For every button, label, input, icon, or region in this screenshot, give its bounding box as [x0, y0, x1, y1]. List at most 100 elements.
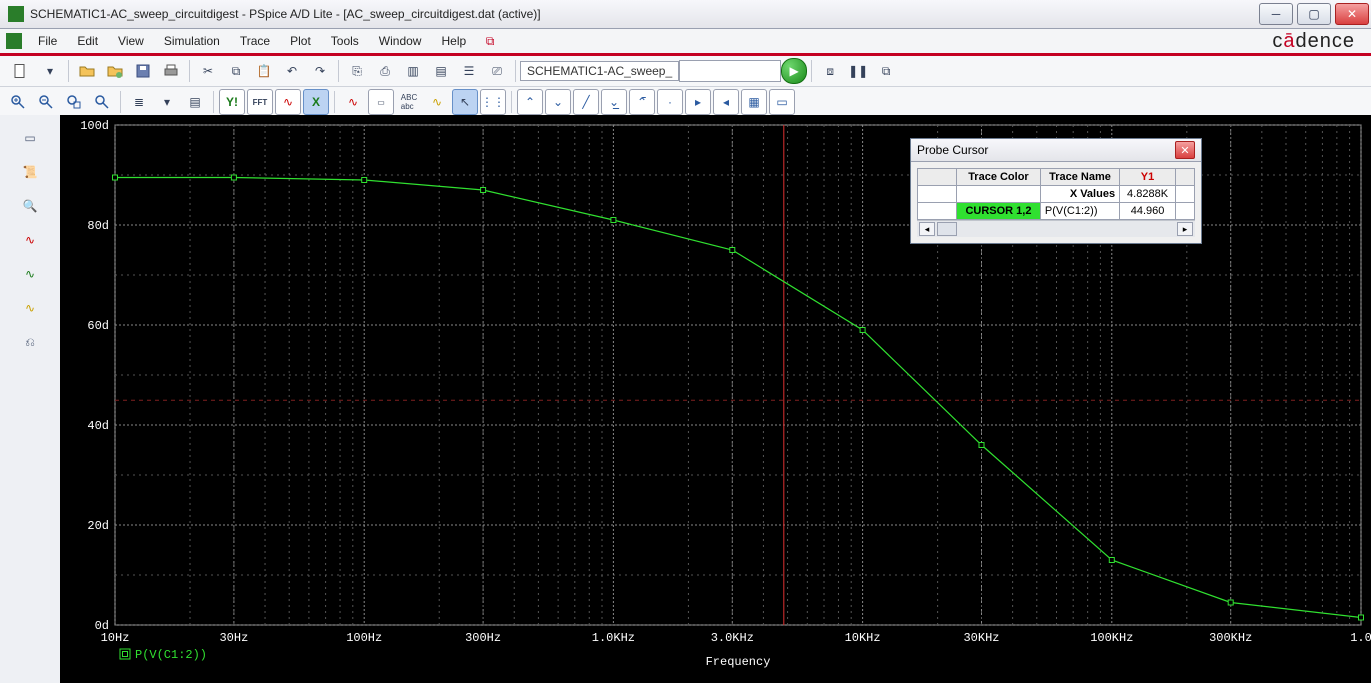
menu-app-icon — [6, 33, 22, 49]
menu-bar: File Edit View Simulation Trace Plot Too… — [0, 29, 1371, 56]
probe-scrollbar[interactable]: ◂ ▸ — [917, 220, 1195, 237]
cursor-min-button[interactable]: ⌄̲ — [601, 89, 627, 115]
notes-button[interactable]: ▤ — [182, 89, 208, 115]
zoom-in-button[interactable] — [5, 89, 31, 115]
zoom-out-button[interactable] — [33, 89, 59, 115]
new-dropdown-icon[interactable]: ▾ — [37, 58, 63, 84]
log-dropdown-icon[interactable]: ▾ — [154, 89, 180, 115]
perf-button[interactable]: ∿ — [275, 89, 301, 115]
svg-text:80d: 80d — [87, 219, 109, 233]
mark-button[interactable]: ∿ — [424, 89, 450, 115]
svg-text:30Hz: 30Hz — [219, 631, 248, 645]
cut-button[interactable]: ✂ — [195, 58, 221, 84]
probe-scroll-right[interactable]: ▸ — [1177, 222, 1193, 236]
menu-edit[interactable]: Edit — [67, 31, 108, 51]
open-folder-button[interactable] — [74, 58, 100, 84]
menu-simulation[interactable]: Simulation — [154, 31, 230, 51]
svg-text:10Hz: 10Hz — [101, 631, 130, 645]
tool-f-icon[interactable]: ⎚ — [484, 58, 510, 84]
minimize-button[interactable]: ─ — [1259, 3, 1293, 25]
cursor-prev-button[interactable]: ◂ — [713, 89, 739, 115]
save-button[interactable] — [130, 58, 156, 84]
active-document-name[interactable]: SCHEMATIC1-AC_sweep_ — [520, 61, 679, 81]
excel-export-button[interactable]: X — [303, 89, 329, 115]
tool-b-icon[interactable]: ⎙ — [372, 58, 398, 84]
cursor-toggle-button[interactable]: ⋮⋮ — [480, 89, 506, 115]
redo-button[interactable]: ↷ — [307, 58, 333, 84]
zoom-area-button[interactable] — [61, 89, 87, 115]
menu-trace[interactable]: Trace — [230, 31, 280, 51]
mdi-close-icon[interactable]: ⧉ — [477, 28, 503, 54]
menu-plot[interactable]: Plot — [280, 31, 321, 51]
tool-c-icon[interactable]: ▥ — [400, 58, 426, 84]
svg-text:100d: 100d — [80, 119, 109, 133]
probe-h-trace-color: Trace Color — [957, 169, 1041, 186]
dock-wave-b-icon[interactable]: ∿ — [16, 261, 44, 287]
dock-page-icon[interactable]: ▭ — [16, 125, 44, 151]
probe-h-trace-name: Trace Name — [1040, 169, 1119, 186]
svg-text:Frequency: Frequency — [706, 655, 771, 669]
sim-b-icon[interactable]: ⧉ — [873, 58, 899, 84]
tool-d-icon[interactable]: ▤ — [428, 58, 454, 84]
probe-scroll-thumb[interactable] — [937, 222, 957, 236]
probe-cursor-label[interactable]: CURSOR 1,2 — [957, 203, 1041, 220]
close-button[interactable]: ✕ — [1335, 3, 1369, 25]
toolbar-plot: ≣ ▾ ▤ Y! FFT ∿ X ∿ ▭ ABCabc ∿ ↖ ⋮⋮ ⌃ ⌄ ╱… — [0, 87, 1371, 118]
probe-title: Probe Cursor — [917, 143, 988, 157]
svg-text:40d: 40d — [87, 419, 109, 433]
cursor-arrow-button[interactable]: ↖ — [452, 89, 478, 115]
fft-button[interactable]: FFT — [247, 89, 273, 115]
document-name-field[interactable] — [679, 60, 781, 82]
svg-text:100KHz: 100KHz — [1090, 631, 1133, 645]
eval-button[interactable]: ▭ — [368, 89, 394, 115]
menu-tools[interactable]: Tools — [321, 31, 369, 51]
svg-text:300KHz: 300KHz — [1209, 631, 1252, 645]
svg-text:3.0KHz: 3.0KHz — [711, 631, 754, 645]
dock-wave-a-icon[interactable]: ∿ — [16, 227, 44, 253]
print-button[interactable] — [158, 58, 184, 84]
cursor-point-button[interactable]: · — [657, 89, 683, 115]
probe-cursor-window[interactable]: Probe Cursor ✕ Trace Color Trace Name Y1… — [910, 138, 1202, 244]
sim-a-icon[interactable]: ⧈ — [817, 58, 843, 84]
probe-xvalues-value: 4.8288K — [1120, 186, 1176, 203]
new-file-button[interactable] — [5, 58, 35, 84]
window-buttons: ─ ▢ ✕ — [1257, 0, 1371, 28]
window-title: SCHEMATIC1-AC_sweep_circuitdigest - PSpi… — [30, 7, 1257, 21]
svg-text:100Hz: 100Hz — [346, 631, 382, 645]
cursor-display-button[interactable]: ▭ — [769, 89, 795, 115]
probe-close-button[interactable]: ✕ — [1175, 141, 1195, 159]
probe-h-y1: Y1 — [1120, 169, 1176, 186]
tool-e-icon[interactable]: ☰ — [456, 58, 482, 84]
trace-add-button[interactable]: ∿ — [340, 89, 366, 115]
log-list-button[interactable]: ≣ — [126, 89, 152, 115]
copy-button[interactable]: ⧉ — [223, 58, 249, 84]
menu-help[interactable]: Help — [431, 31, 476, 51]
menu-window[interactable]: Window — [369, 31, 432, 51]
run-simulation-button[interactable]: ▶ — [781, 58, 807, 84]
sim-pause-icon[interactable]: ❚❚ — [845, 58, 871, 84]
probe-title-bar[interactable]: Probe Cursor ✕ — [911, 139, 1201, 162]
label-button[interactable]: ABCabc — [396, 89, 422, 115]
cursor-peak-button[interactable]: ⌃ — [517, 89, 543, 115]
open-append-button[interactable] — [102, 58, 128, 84]
dock-scroll-icon[interactable]: 📜 — [16, 159, 44, 185]
tool-a-icon[interactable]: ⎘ — [344, 58, 370, 84]
dock-wave-c-icon[interactable]: ∿ — [16, 295, 44, 321]
dock-misc-icon[interactable]: ⎌ — [16, 329, 44, 355]
zoom-fit-button[interactable] — [89, 89, 115, 115]
maximize-button[interactable]: ▢ — [1297, 3, 1331, 25]
probe-scroll-left[interactable]: ◂ — [919, 222, 935, 236]
cursor-next-button[interactable]: ▸ — [685, 89, 711, 115]
probe-y1-value: 44.960 — [1120, 203, 1176, 220]
menu-file[interactable]: File — [28, 31, 67, 51]
cursor-slope-button[interactable]: ╱ — [573, 89, 599, 115]
undo-button[interactable]: ↶ — [279, 58, 305, 84]
paste-button[interactable]: 📋 — [251, 58, 277, 84]
dock-search-icon[interactable]: 🔍 — [16, 193, 44, 219]
menu-view[interactable]: View — [108, 31, 154, 51]
cursor-max-button[interactable]: ⌃̄ — [629, 89, 655, 115]
svg-text:20d: 20d — [87, 519, 109, 533]
cursor-trough-button[interactable]: ⌄ — [545, 89, 571, 115]
cursor-table-button[interactable]: ▦ — [741, 89, 767, 115]
y-toggle-button[interactable]: Y! — [219, 89, 245, 115]
